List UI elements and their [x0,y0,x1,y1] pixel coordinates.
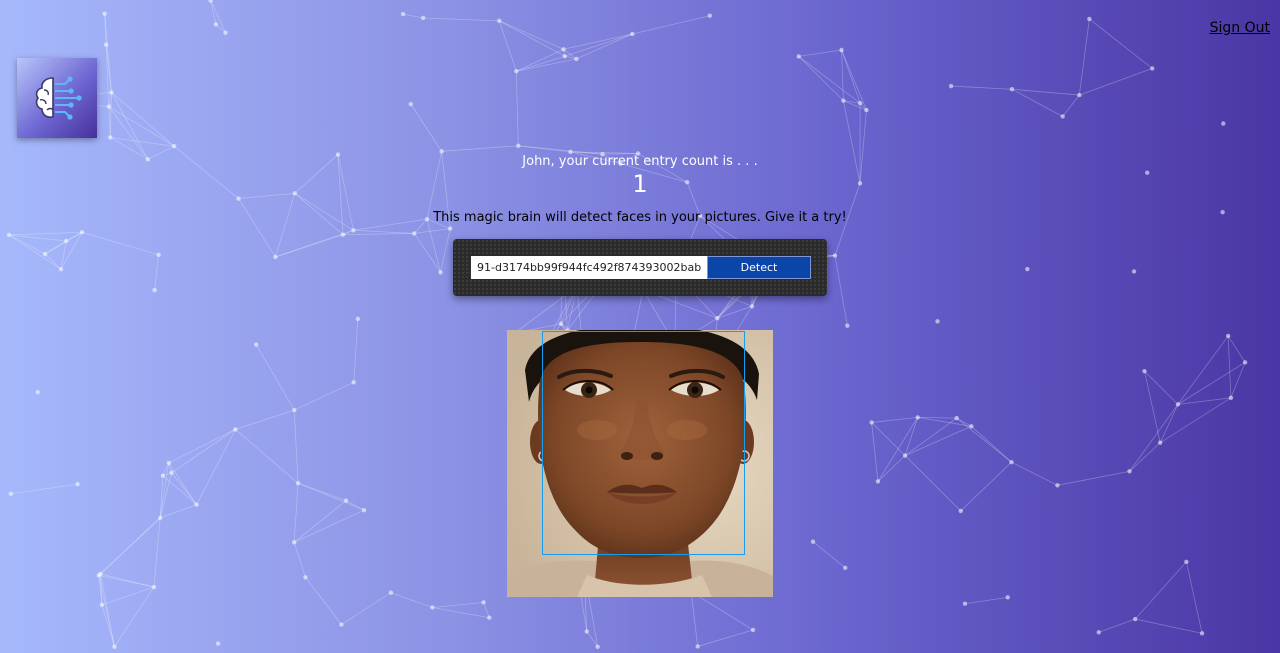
form-description: This magic brain will detect faces in yo… [433,210,847,225]
brain-circuit-icon [35,76,82,120]
detect-button[interactable]: Detect [707,256,811,279]
entry-count-message: John, your current entry count is . . . [522,154,758,169]
image-url-input[interactable] [471,256,707,279]
sign-out-link[interactable]: Sign Out [1210,20,1270,36]
entry-count-value: 1 [632,170,648,198]
image-link-form: Detect [453,239,827,296]
face-bounding-box [542,331,745,555]
face-image [507,330,773,597]
logo [17,58,97,138]
